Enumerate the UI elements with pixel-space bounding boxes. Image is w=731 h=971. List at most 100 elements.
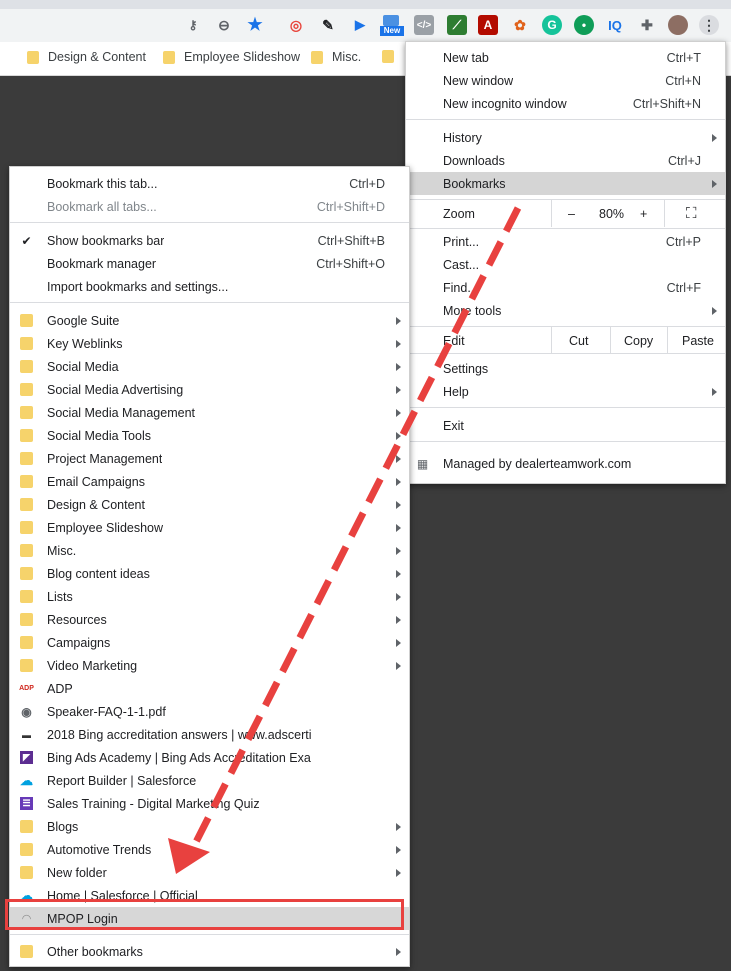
ext-1-icon[interactable]: ◎ — [286, 15, 306, 35]
chevron-right-icon — [712, 179, 717, 188]
zoom-icon[interactable]: ⊖ — [214, 15, 234, 35]
menu-new-tab[interactable]: New tab Ctrl+T — [406, 46, 725, 69]
bookmark-item[interactable]: ADP ADP — [10, 677, 409, 700]
menu-more-tools[interactable]: More tools — [406, 299, 725, 322]
menu-exit[interactable]: Exit — [406, 414, 725, 437]
bookmark-item[interactable]: New folder — [10, 861, 409, 884]
fullscreen-icon[interactable]: ⛶ — [686, 205, 697, 222]
bookmark-item[interactable]: Blog content ideas — [10, 562, 409, 585]
address-bar-end[interactable] — [0, 12, 278, 40]
grammarly-icon[interactable]: G — [542, 15, 562, 35]
chevron-right-icon — [396, 947, 401, 956]
cut-button[interactable]: Cut — [569, 334, 588, 348]
bookmark-bar-item[interactable] — [382, 50, 403, 63]
menu-edit: Edit Cut Copy Paste — [406, 326, 725, 353]
menu-new-window[interactable]: New window Ctrl+N — [406, 69, 725, 92]
folder-icon — [20, 613, 33, 626]
bookmark-item[interactable]: ◤ Bing Ads Academy | Bing Ads Accreditati… — [10, 746, 409, 769]
bookmark-all-tabs[interactable]: Bookmark all tabs... Ctrl+Shift+D — [10, 195, 409, 218]
bookmark-label: Speaker-FAQ-1-1.pdf — [47, 704, 166, 719]
menu-history[interactable]: History — [406, 126, 725, 149]
bookmark-item[interactable]: Blogs — [10, 815, 409, 838]
ext-green-icon[interactable]: ⟋ — [447, 15, 467, 35]
import-bookmarks[interactable]: Import bookmarks and settings... — [10, 275, 409, 298]
ext-arrow-icon[interactable]: ▶ — [350, 15, 370, 35]
show-bookmarks-bar[interactable]: ✔ Show bookmarks bar Ctrl+Shift+B — [10, 229, 409, 252]
bookmark-item[interactable]: Lists — [10, 585, 409, 608]
paste-button[interactable]: Paste — [682, 334, 714, 348]
bookmark-manager[interactable]: Bookmark manager Ctrl+Shift+O — [10, 252, 409, 275]
bookmark-bar-item[interactable]: Employee Slideshow — [163, 50, 300, 64]
chrome-menu: New tab Ctrl+T New window Ctrl+N New incog… — [405, 41, 726, 484]
bookmark-this-tab[interactable]: Bookmark this tab... Ctrl+D — [10, 172, 409, 195]
bookmark-item[interactable]: Video Marketing — [10, 654, 409, 677]
chevron-right-icon — [396, 431, 401, 440]
chevron-right-icon — [396, 661, 401, 670]
more-icon[interactable]: ⋮ — [699, 15, 719, 35]
bookmark-item[interactable]: Google Suite — [10, 309, 409, 332]
bookmark-label: Resources — [47, 612, 107, 627]
bookmark-label: Project Management — [47, 451, 163, 466]
menu-incognito[interactable]: New incognito window Ctrl+Shift+N — [406, 92, 725, 115]
puzzle-icon[interactable]: ✚ — [637, 15, 657, 35]
hangout-icon[interactable]: • — [574, 15, 594, 35]
menu-managed[interactable]: ▦ Managed by dealerteamwork.com — [406, 452, 725, 475]
bookmark-item[interactable]: Key Weblinks — [10, 332, 409, 355]
pdf-icon[interactable]: A — [478, 15, 498, 35]
bookmark-bar-item[interactable]: Misc. — [311, 50, 361, 64]
bookmark-item[interactable]: Automotive Trends — [10, 838, 409, 861]
chevron-right-icon — [396, 523, 401, 532]
bookmark-item[interactable]: Social Media Tools — [10, 424, 409, 447]
chevron-right-icon — [712, 306, 717, 315]
bookmark-item[interactable]: Employee Slideshow — [10, 516, 409, 539]
menu-bookmarks[interactable]: Bookmarks — [406, 172, 725, 195]
bookmark-item[interactable]: Social Media — [10, 355, 409, 378]
copy-button[interactable]: Copy — [624, 334, 653, 348]
folder-icon — [20, 590, 33, 603]
zoom-in-button[interactable]: + — [640, 207, 647, 221]
chevron-right-icon — [396, 385, 401, 394]
ext-berry-icon[interactable]: ✿ — [510, 15, 530, 35]
bookmark-item[interactable]: Design & Content — [10, 493, 409, 516]
bookmark-item[interactable]: ☁ Report Builder | Salesforce — [10, 769, 409, 792]
bookmark-label: Sales Training - Digital Marketing Quiz — [47, 796, 260, 811]
chevron-right-icon — [396, 408, 401, 417]
chevron-right-icon — [396, 592, 401, 601]
chevron-right-icon — [396, 454, 401, 463]
bookmark-label: Campaigns — [47, 635, 111, 650]
bookmark-bar-item[interactable]: Design & Content — [27, 50, 146, 64]
bookmark-item[interactable]: Campaigns — [10, 631, 409, 654]
menu-find[interactable]: Find... Ctrl+F — [406, 276, 725, 299]
key-icon[interactable]: ⚷ — [183, 15, 203, 35]
menu-cast[interactable]: Cast... — [406, 253, 725, 276]
other-bookmarks[interactable]: Other bookmarks — [10, 940, 409, 963]
menu-print[interactable]: Print... Ctrl+P — [406, 230, 725, 253]
folder-icon — [20, 360, 33, 373]
code-icon[interactable]: </> — [414, 15, 434, 35]
bookmark-item[interactable]: Email Campaigns — [10, 470, 409, 493]
bookmark-item[interactable]: Resources — [10, 608, 409, 631]
ext-new-icon[interactable]: New — [380, 15, 404, 36]
chevron-right-icon — [396, 339, 401, 348]
menu-downloads[interactable]: Downloads Ctrl+J — [406, 149, 725, 172]
menu-settings[interactable]: Settings — [406, 357, 725, 380]
pen-icon[interactable]: ✎ — [318, 15, 338, 35]
chevron-right-icon — [396, 615, 401, 624]
salesforce-icon: ☁ — [20, 772, 33, 788]
star-icon[interactable]: ★ — [245, 15, 265, 35]
bookmark-item[interactable]: ▬ 2018 Bing accreditation answers | www.a… — [10, 723, 409, 746]
bookmark-item[interactable]: Social Media Advertising — [10, 378, 409, 401]
zoom-out-button[interactable]: – — [568, 207, 575, 221]
bookmark-item[interactable]: ◉ Speaker-FAQ-1-1.pdf — [10, 700, 409, 723]
adp-icon: ADP — [19, 685, 34, 692]
bookmark-item[interactable]: ☰ Sales Training - Digital Marketing Quiz — [10, 792, 409, 815]
folder-icon — [20, 498, 33, 511]
iq-icon[interactable]: IQ — [605, 15, 625, 35]
bookmark-item[interactable]: Social Media Management — [10, 401, 409, 424]
bookmark-label: 2018 Bing accreditation answers | www.ad… — [47, 727, 312, 742]
bookmark-item[interactable]: Project Management — [10, 447, 409, 470]
avatar[interactable] — [668, 15, 688, 35]
bookmark-label: Social Media Management — [47, 405, 195, 420]
bookmark-item[interactable]: Misc. — [10, 539, 409, 562]
menu-help[interactable]: Help — [406, 380, 725, 403]
